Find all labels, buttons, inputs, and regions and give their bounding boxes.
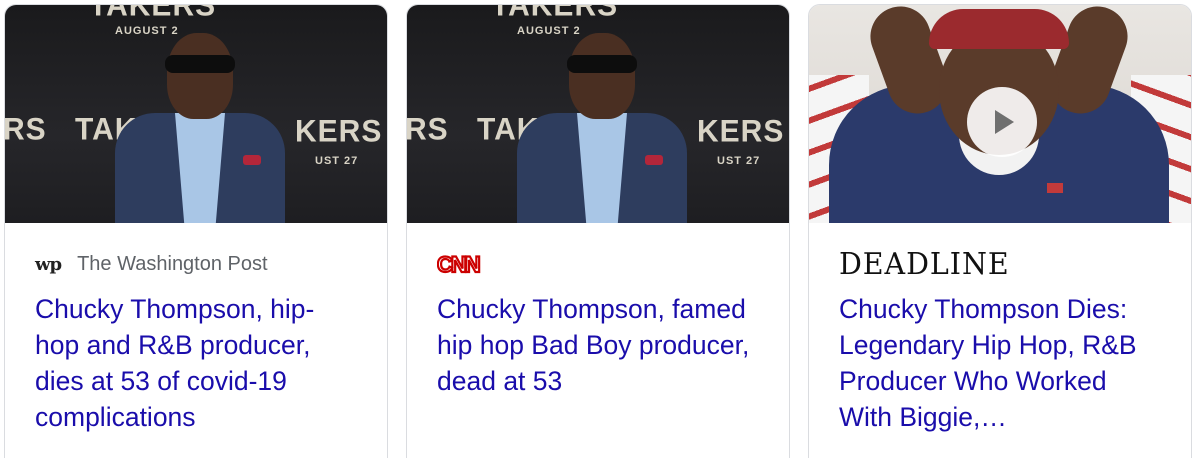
source-row: DEADLINE: [839, 246, 1161, 282]
play-icon: [995, 110, 1014, 134]
person-figure: [115, 25, 285, 223]
card-body: wp The Washington Post Chucky Thompson, …: [5, 223, 387, 435]
headline-link[interactable]: Chucky Thompson Dies: Legendary Hip Hop,…: [839, 291, 1161, 435]
video-thumbnail[interactable]: [809, 5, 1191, 223]
person-figure: [517, 25, 687, 223]
cnn-logo-icon: CNN: [437, 251, 483, 277]
washington-post-logo-icon: wp: [35, 253, 62, 275]
backdrop-text-right: KERS: [295, 114, 383, 149]
article-thumbnail[interactable]: TAKERS AUGUST 2 RS TAK KERS UST 27: [5, 5, 387, 223]
deadline-logo-icon: DEADLINE: [839, 246, 1010, 282]
source-name: The Washington Post: [77, 252, 268, 275]
backdrop-text-top: TAKERS: [89, 5, 217, 23]
backdrop-text-right: KERS: [697, 114, 785, 149]
backdrop-text-sub: UST 27: [717, 155, 761, 167]
headline-link[interactable]: Chucky Thompson, famed hip hop Bad Boy p…: [437, 291, 759, 399]
backdrop-text-left: RS: [407, 112, 449, 147]
source-row: CNN: [437, 249, 759, 279]
play-button[interactable]: [967, 87, 1037, 157]
news-card-cnn[interactable]: TAKERS AUGUST 2 RS TAK KERS UST 27 CNN C…: [406, 4, 790, 458]
news-card-deadline[interactable]: DEADLINE Chucky Thompson Dies: Legendary…: [808, 4, 1192, 458]
source-row: wp The Washington Post: [35, 249, 357, 279]
backdrop-text-left: RS: [5, 112, 47, 147]
article-thumbnail[interactable]: TAKERS AUGUST 2 RS TAK KERS UST 27: [407, 5, 789, 223]
card-body: CNN Chucky Thompson, famed hip hop Bad B…: [407, 223, 789, 399]
svg-text:CNN: CNN: [437, 252, 480, 277]
backdrop-text-top: TAKERS: [491, 5, 619, 23]
card-body: DEADLINE Chucky Thompson Dies: Legendary…: [809, 223, 1191, 435]
news-card-washington-post[interactable]: TAKERS AUGUST 2 RS TAK KERS UST 27 wp Th…: [4, 4, 388, 458]
news-carousel: TAKERS AUGUST 2 RS TAK KERS UST 27 wp Th…: [0, 0, 1200, 458]
backdrop-text-sub: UST 27: [315, 155, 359, 167]
headline-link[interactable]: Chucky Thompson, hip-hop and R&B produce…: [35, 291, 357, 435]
